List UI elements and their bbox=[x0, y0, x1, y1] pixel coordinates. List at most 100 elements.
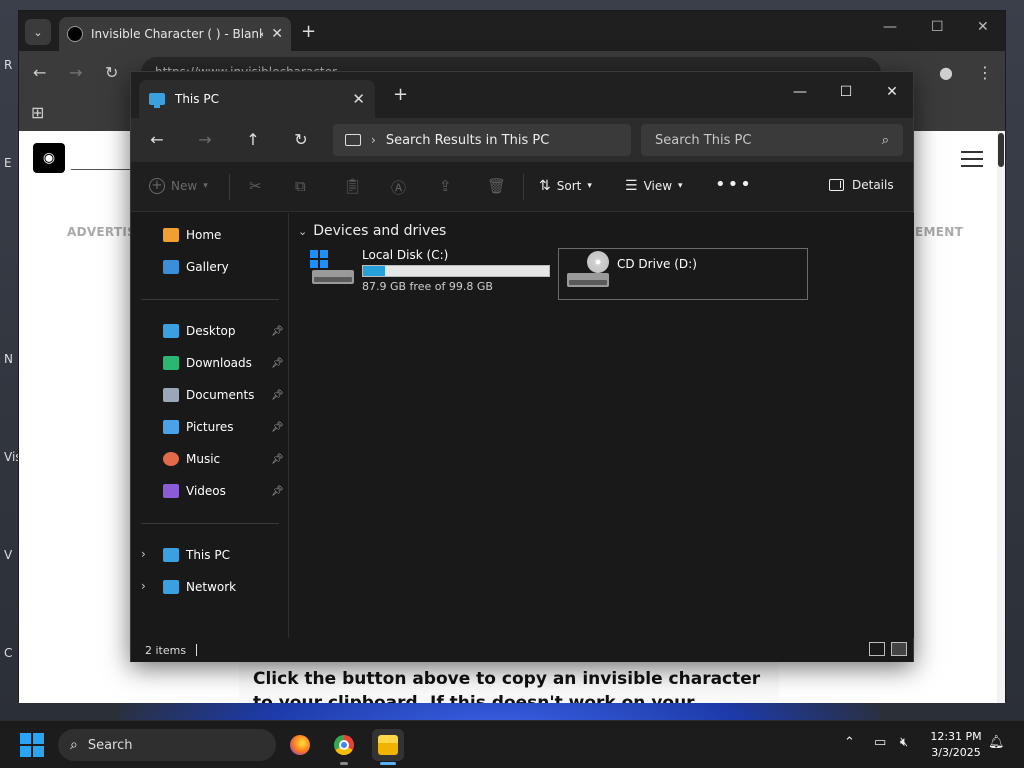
details-button[interactable]: Details bbox=[829, 178, 894, 192]
sidebar-item-desktop[interactable]: Desktop 📌︎ bbox=[163, 319, 287, 343]
pin-icon[interactable]: 📌︎ bbox=[271, 326, 284, 337]
browser-tab[interactable]: Invisible Character ( ) - Blank Y ✕ bbox=[59, 17, 291, 51]
chrome-app-icon[interactable] bbox=[328, 729, 360, 765]
rename-icon[interactable]: Ⓐ bbox=[391, 177, 406, 198]
tab-search-icon[interactable]: ⌄ bbox=[25, 19, 51, 45]
cd-drive-icon bbox=[565, 251, 609, 291]
refresh-icon[interactable]: ↻ bbox=[287, 128, 315, 152]
desktop-icon-label: E bbox=[4, 156, 12, 170]
search-input[interactable] bbox=[655, 132, 855, 148]
cut-icon[interactable]: ✂ bbox=[249, 177, 262, 195]
minimize-icon[interactable]: — bbox=[883, 19, 897, 35]
chevron-down-icon: ▾ bbox=[587, 181, 592, 191]
sidebar-separator bbox=[141, 523, 279, 524]
desktop-icon-label: C bbox=[4, 646, 13, 660]
show-hidden-icons-chevron-icon[interactable]: ⌃ bbox=[844, 735, 855, 750]
share-icon[interactable]: ⇪ bbox=[439, 177, 452, 195]
hamburger-menu-icon[interactable] bbox=[961, 151, 983, 172]
search-box[interactable]: ⌕ bbox=[641, 124, 903, 156]
drive-name: Local Disk (C:) bbox=[362, 248, 449, 262]
details-label: Details bbox=[852, 178, 894, 192]
delete-icon[interactable]: 🗑︎ bbox=[487, 177, 506, 195]
sidebar-item-label: Gallery bbox=[186, 260, 229, 274]
drive-cd-d[interactable]: CD Drive (D:) bbox=[558, 248, 808, 300]
pin-icon[interactable]: 📌︎ bbox=[271, 422, 284, 433]
desktop-icon-label: R bbox=[4, 58, 13, 72]
maximize-icon[interactable]: ☐ bbox=[823, 78, 869, 106]
site-favicon-icon bbox=[67, 26, 83, 42]
address-text: Search Results in This PC bbox=[385, 132, 550, 148]
new-tab-icon[interactable]: + bbox=[393, 84, 408, 105]
chevron-right-icon[interactable]: › bbox=[371, 133, 376, 147]
explorer-tab[interactable]: This PC ✕ bbox=[139, 80, 375, 118]
back-icon[interactable]: ← bbox=[33, 63, 46, 82]
forward-icon[interactable]: → bbox=[191, 128, 219, 152]
start-windows-icon[interactable] bbox=[20, 733, 44, 757]
site-logo-icon[interactable]: ◉ bbox=[33, 143, 65, 173]
new-button[interactable]: + New ▾ bbox=[149, 178, 208, 194]
sidebar-item-downloads[interactable]: Downloads 📌︎ bbox=[163, 351, 287, 375]
details-view-icon[interactable] bbox=[869, 642, 885, 656]
tiles-view-icon[interactable] bbox=[891, 642, 907, 656]
firefox-app-icon[interactable] bbox=[284, 729, 316, 761]
sidebar-item-this-pc[interactable]: This PC bbox=[163, 543, 287, 567]
paste-icon[interactable]: 📋︎ bbox=[343, 177, 362, 195]
close-window-icon[interactable]: ✕ bbox=[977, 19, 989, 35]
sidebar-item-videos[interactable]: Videos 📌︎ bbox=[163, 479, 287, 503]
scrollbar-thumb[interactable] bbox=[998, 133, 1004, 167]
pin-icon[interactable]: 📌︎ bbox=[271, 358, 284, 369]
pin-icon[interactable]: 📌︎ bbox=[271, 454, 284, 465]
taskbar-search[interactable]: ⌕ Search bbox=[58, 729, 276, 761]
pin-icon[interactable]: 📌︎ bbox=[271, 390, 284, 401]
view-button[interactable]: ☰ View ▾ bbox=[625, 178, 683, 194]
up-icon[interactable]: ↑ bbox=[239, 128, 267, 152]
close-window-icon[interactable]: ✕ bbox=[869, 78, 915, 106]
network-status-icon[interactable]: ▭ bbox=[874, 735, 886, 750]
sidebar-item-documents[interactable]: Documents 📌︎ bbox=[163, 383, 287, 407]
apps-grid-icon[interactable]: ⊞ bbox=[31, 103, 44, 122]
search-icon[interactable]: ⌕ bbox=[882, 133, 889, 148]
back-icon[interactable]: ← bbox=[143, 128, 171, 152]
volume-muted-icon[interactable]: 🔇︎ bbox=[900, 735, 908, 750]
status-divider bbox=[196, 644, 198, 656]
group-header[interactable]: ⌄ Devices and drives bbox=[298, 223, 446, 239]
forward-icon[interactable]: → bbox=[69, 63, 82, 82]
sidebar-item-label: Network bbox=[186, 580, 237, 594]
sidebar-separator bbox=[141, 299, 279, 300]
minimize-icon[interactable]: — bbox=[777, 78, 823, 106]
taskbar: ⌕ Search ⌃ ▭ 🔇︎ 12:31 PM 3/3/2025 🔔︎ bbox=[0, 720, 1024, 768]
close-tab-icon[interactable]: ✕ bbox=[271, 26, 283, 42]
sidebar-item-music[interactable]: Music 📌︎ bbox=[163, 447, 287, 471]
sort-button[interactable]: ⇅ Sort ▾ bbox=[539, 178, 592, 194]
drive-usage-fill bbox=[363, 266, 386, 276]
close-tab-icon[interactable]: ✕ bbox=[352, 90, 365, 108]
copy-icon[interactable]: ⧉ bbox=[295, 177, 306, 195]
file-explorer-window: This PC ✕ + — ☐ ✕ ← → ↑ ↻ › Search Resul… bbox=[130, 71, 914, 662]
sidebar-item-pictures[interactable]: Pictures 📌︎ bbox=[163, 415, 287, 439]
desktop-folder-icon bbox=[163, 324, 179, 338]
file-explorer-app-icon[interactable] bbox=[372, 729, 404, 765]
new-label: New bbox=[171, 179, 198, 193]
profile-icon[interactable]: ● bbox=[939, 63, 953, 82]
new-tab-icon[interactable]: + bbox=[301, 21, 316, 42]
expand-chevron-icon[interactable]: › bbox=[141, 579, 146, 593]
chevron-down-icon: ▾ bbox=[678, 181, 683, 191]
more-options-icon[interactable]: ••• bbox=[715, 174, 753, 195]
sidebar-item-home[interactable]: Home bbox=[163, 223, 287, 247]
maximize-icon[interactable]: ☐ bbox=[931, 19, 944, 35]
videos-icon bbox=[163, 484, 179, 498]
reload-icon[interactable]: ↻ bbox=[105, 63, 118, 82]
sidebar-item-gallery[interactable]: Gallery bbox=[163, 255, 287, 279]
pin-icon[interactable]: 📌︎ bbox=[271, 486, 284, 497]
drive-local-disk-c[interactable]: Local Disk (C:) 87.9 GB free of 99.8 GB bbox=[310, 248, 550, 300]
sidebar-item-network[interactable]: Network bbox=[163, 575, 287, 599]
page-scrollbar[interactable] bbox=[997, 131, 1005, 703]
address-bar[interactable]: › Search Results in This PC bbox=[333, 124, 631, 156]
details-pane-icon bbox=[829, 179, 844, 191]
system-clock[interactable]: 12:31 PM 3/3/2025 bbox=[918, 729, 994, 761]
notification-bell-icon[interactable]: 🔔︎ bbox=[988, 735, 1005, 750]
expand-chevron-icon[interactable]: › bbox=[141, 547, 146, 561]
desktop-icon-label: N bbox=[4, 352, 13, 366]
chevron-down-icon[interactable]: ⌄ bbox=[298, 225, 307, 238]
chrome-menu-icon[interactable]: ⋮ bbox=[977, 63, 993, 82]
